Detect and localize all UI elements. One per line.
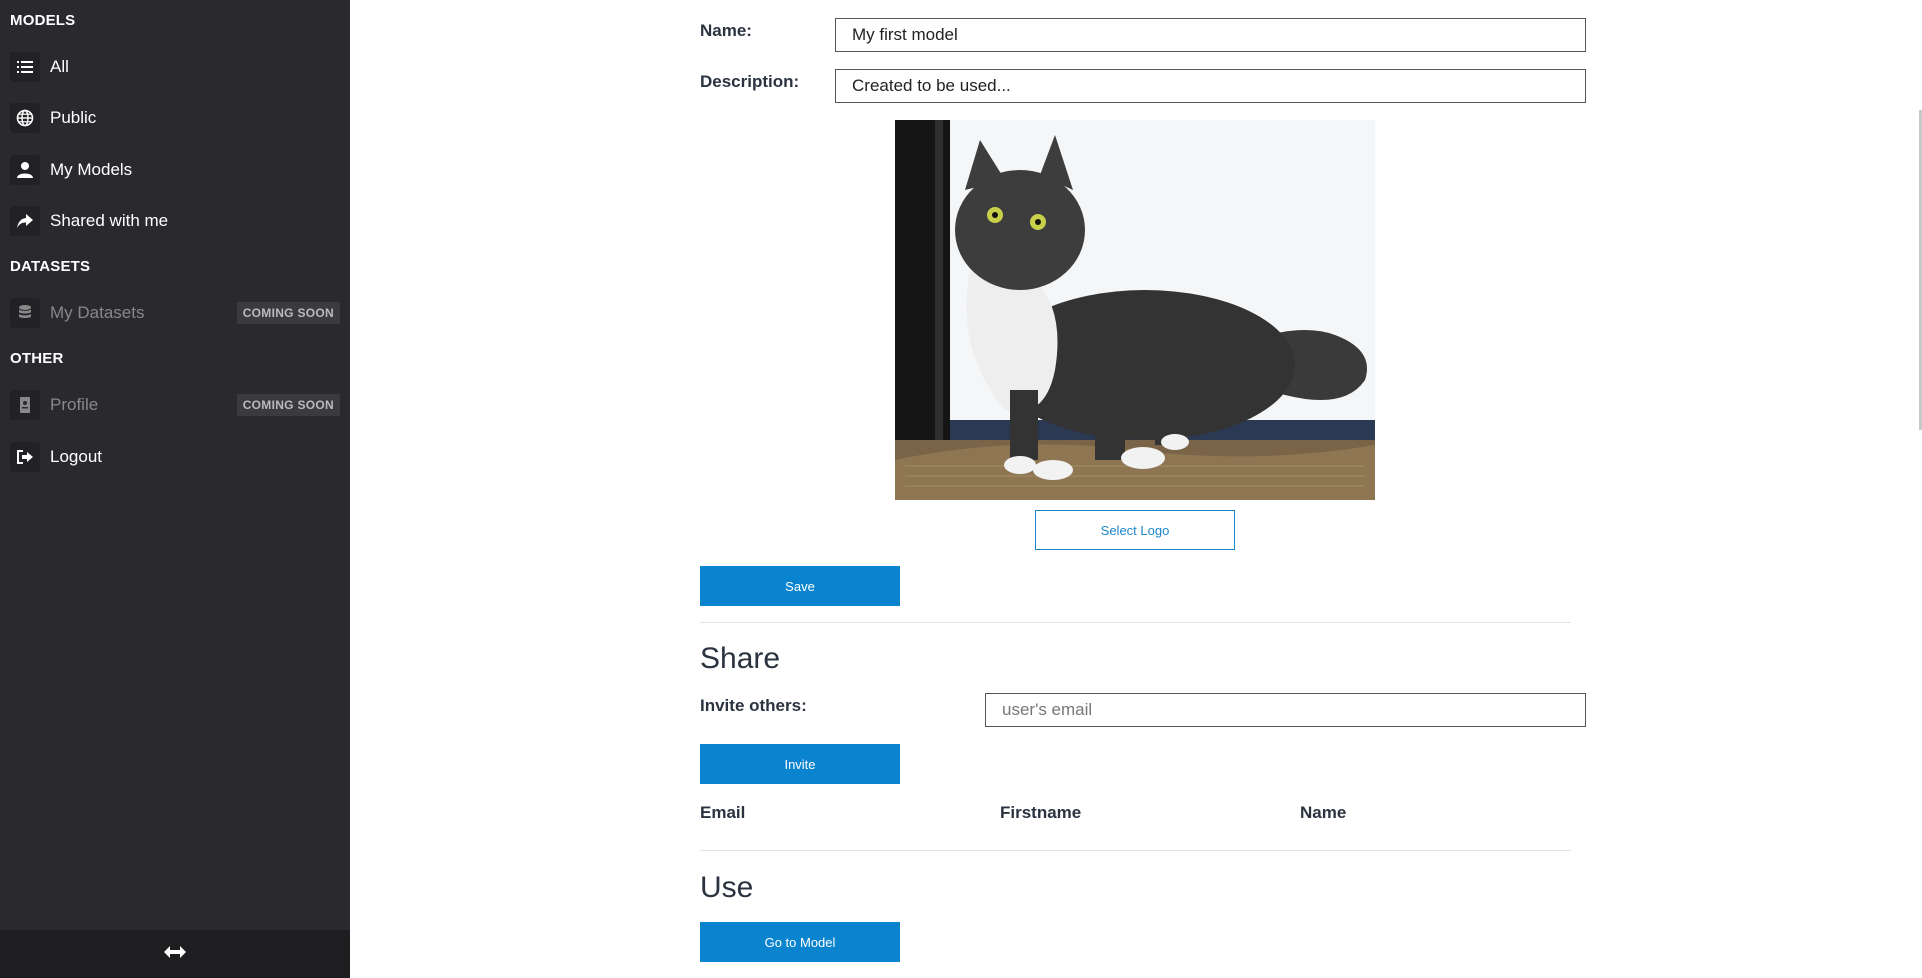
sidebar-resize-toggle[interactable] [0, 930, 350, 978]
description-input[interactable] [835, 69, 1586, 103]
sidebar-item-logout[interactable]: Logout [0, 434, 350, 480]
sidebar-item-label: Shared with me [50, 211, 169, 230]
go-to-model-button[interactable]: Go to Model [700, 922, 900, 962]
sidebar-item-label: Logout [50, 447, 102, 466]
divider [700, 850, 1571, 851]
section-title-other: OTHER [10, 350, 64, 367]
sidebar-item-label: My Models [50, 160, 133, 179]
sidebar-item-label: Profile [50, 395, 99, 414]
invite-email-input[interactable] [985, 693, 1586, 727]
user-icon [10, 155, 40, 185]
sidebar-item-label: My Datasets [50, 303, 145, 322]
name-input[interactable] [835, 18, 1586, 52]
coming-soon-badge: COMING SOON [236, 302, 340, 324]
sidebar-item-profile: Profile COMING SOON [0, 382, 350, 428]
sign-out-icon [10, 442, 40, 472]
divider [700, 622, 1571, 623]
column-header-name: Name [1300, 803, 1347, 822]
resize-arrows-icon [164, 945, 186, 964]
coming-soon-badge: COMING SOON [236, 394, 340, 416]
select-logo-button[interactable]: Select Logo [1035, 510, 1235, 550]
use-heading: Use [700, 871, 754, 904]
sidebar-item-my-models[interactable]: My Models [0, 147, 350, 193]
sidebar-item-my-datasets: My Datasets COMING SOON [0, 290, 350, 336]
column-header-firstname: Firstname [1000, 803, 1082, 822]
invite-others-label: Invite others: [700, 696, 807, 715]
section-title-models: MODELS [10, 12, 76, 29]
id-card-icon [10, 390, 40, 420]
sidebar-item-all[interactable]: All [0, 44, 350, 90]
model-logo-image [895, 120, 1375, 500]
sidebar-item-public[interactable]: Public [0, 95, 350, 141]
name-label: Name: [700, 21, 752, 40]
section-title-datasets: DATASETS [10, 258, 91, 275]
sidebar: MODELS All Public My Models Shared with … [0, 0, 350, 978]
share-icon [10, 206, 40, 236]
invite-button[interactable]: Invite [700, 744, 900, 784]
sidebar-item-label: All [50, 57, 69, 76]
column-header-email: Email [700, 803, 746, 822]
share-heading: Share [700, 642, 781, 675]
description-label: Description: [700, 72, 800, 91]
sidebar-item-shared-with-me[interactable]: Shared with me [0, 198, 350, 244]
list-icon [10, 52, 40, 82]
save-button[interactable]: Save [700, 566, 900, 606]
main-content: Name: Description: [350, 0, 1922, 978]
database-icon [10, 298, 40, 328]
sidebar-item-label: Public [50, 108, 97, 127]
globe-icon [10, 103, 40, 133]
